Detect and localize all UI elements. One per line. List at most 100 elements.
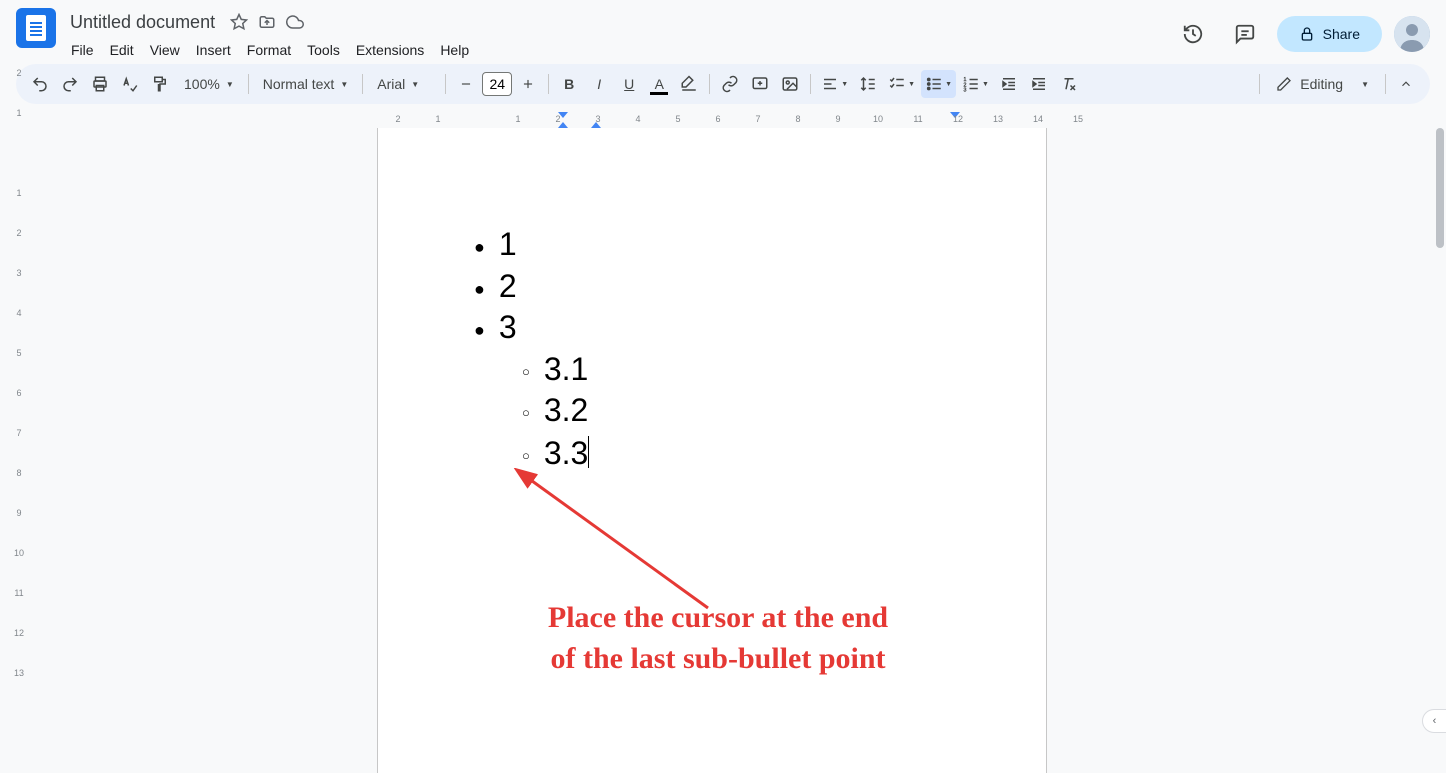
user-avatar[interactable] — [1394, 16, 1430, 52]
caret-down-icon: ▼ — [841, 81, 848, 88]
separator — [548, 74, 549, 94]
menu-format[interactable]: Format — [240, 38, 298, 62]
cloud-status-icon[interactable] — [285, 12, 305, 32]
document-scroll-area[interactable]: ●1●2●3○3.1○3.2○3.3 Place the cursor at t… — [38, 128, 1446, 773]
ruler-tick: 9 — [835, 114, 840, 124]
underline-button[interactable]: U — [615, 70, 643, 98]
insert-comment-button[interactable] — [746, 70, 774, 98]
ruler-tick: 1 — [435, 114, 440, 124]
editing-mode-button[interactable]: Editing ▼ — [1266, 76, 1379, 92]
separator — [709, 74, 710, 94]
main-area: 2112345678910111213 ●1●2●3○3.1○3.2○3.3 P… — [0, 128, 1446, 773]
ruler-row: 21123456789101112131415 — [0, 112, 1446, 128]
document-title[interactable]: Untitled document — [64, 10, 221, 35]
undo-button[interactable] — [26, 70, 54, 98]
paragraph-style-dropdown[interactable]: Normal text▼ — [255, 76, 357, 92]
increase-indent-button[interactable] — [1025, 70, 1053, 98]
list-item-text[interactable]: 3.1 — [544, 349, 588, 391]
vertical-scrollbar[interactable] — [1436, 128, 1444, 248]
list-item[interactable]: ●1 — [474, 224, 950, 266]
spellcheck-button[interactable] — [116, 70, 144, 98]
ruler-tick: 9 — [16, 508, 21, 518]
ruler-tick: 4 — [635, 114, 640, 124]
share-button[interactable]: Share — [1277, 16, 1382, 52]
print-button[interactable] — [86, 70, 114, 98]
highlight-button[interactable] — [675, 70, 703, 98]
menu-file[interactable]: File — [64, 38, 101, 62]
move-icon[interactable] — [257, 12, 277, 32]
document-page[interactable]: ●1●2●3○3.1○3.2○3.3 Place the cursor at t… — [378, 128, 1046, 773]
list-item-text[interactable]: 2 — [499, 266, 517, 308]
font-size-input[interactable] — [482, 72, 512, 96]
decrease-font-size-button[interactable] — [452, 70, 480, 98]
list-item[interactable]: ○3.1 — [522, 349, 950, 391]
collapse-toolbar-button[interactable] — [1392, 70, 1420, 98]
menu-extensions[interactable]: Extensions — [349, 38, 431, 62]
vertical-ruler[interactable]: 2112345678910111213 — [0, 128, 38, 773]
ruler-tick: 11 — [913, 114, 922, 124]
text-cursor — [588, 436, 589, 468]
share-label: Share — [1323, 26, 1360, 42]
italic-button[interactable]: I — [585, 70, 613, 98]
ruler-tick: 1 — [16, 108, 21, 118]
ruler-tick: 10 — [14, 548, 24, 558]
header: Untitled document File Edit View Insert … — [0, 0, 1446, 64]
clear-formatting-button[interactable] — [1055, 70, 1083, 98]
ruler-tick: 1 — [16, 188, 21, 198]
list-item[interactable]: ●2 — [474, 266, 950, 308]
menu-bar: File Edit View Insert Format Tools Exten… — [64, 36, 1173, 64]
ruler-tick: 11 — [14, 588, 23, 598]
list-item-text[interactable]: 3.3 — [544, 433, 588, 475]
line-spacing-button[interactable] — [854, 70, 882, 98]
pencil-icon — [1276, 76, 1292, 92]
docs-logo-icon[interactable] — [16, 8, 56, 48]
list-item[interactable]: ●3 — [474, 307, 950, 349]
redo-button[interactable] — [56, 70, 84, 98]
document-content[interactable]: ●1●2●3○3.1 ○ 3.2 ○ 3.3 — [474, 224, 950, 475]
increase-font-size-button[interactable] — [514, 70, 542, 98]
bullet-circle-icon: ○ — [522, 405, 530, 422]
toolbar: 100%▼ Normal text▼ Arial▼ B I U A ▼ ▼ ▼ … — [16, 64, 1430, 104]
star-icon[interactable] — [229, 12, 249, 32]
paint-format-button[interactable] — [146, 70, 174, 98]
align-button[interactable]: ▼ — [817, 70, 852, 98]
decrease-indent-button[interactable] — [995, 70, 1023, 98]
bullet-circle-icon: ○ — [522, 448, 530, 465]
insert-image-button[interactable] — [776, 70, 804, 98]
checklist-button[interactable]: ▼ — [884, 70, 919, 98]
menu-insert[interactable]: Insert — [189, 38, 238, 62]
lock-icon — [1299, 26, 1315, 42]
svg-text:3: 3 — [964, 88, 967, 94]
list-item[interactable]: ○ 3.2 — [522, 390, 950, 432]
ruler-tick: 1 — [515, 114, 520, 124]
ruler-tick: 10 — [873, 114, 883, 124]
menu-tools[interactable]: Tools — [300, 38, 347, 62]
ruler-tick: 6 — [16, 388, 21, 398]
explore-tab[interactable]: ‹ — [1422, 709, 1446, 733]
ruler-tick: 2 — [555, 114, 560, 124]
caret-down-icon: ▼ — [908, 81, 915, 88]
list-item-text[interactable]: 1 — [499, 224, 517, 266]
font-dropdown[interactable]: Arial▼ — [369, 76, 439, 92]
history-icon[interactable] — [1173, 14, 1213, 54]
text-color-button[interactable]: A — [645, 70, 673, 98]
caret-down-icon: ▼ — [982, 81, 989, 88]
ruler-tick: 12 — [953, 114, 963, 124]
menu-view[interactable]: View — [143, 38, 187, 62]
list-item-text[interactable]: 3.2 — [544, 390, 588, 432]
list-item-text[interactable]: 3 — [499, 307, 517, 349]
menu-edit[interactable]: Edit — [103, 38, 141, 62]
ruler-tick: 2 — [395, 114, 400, 124]
bold-button[interactable]: B — [555, 70, 583, 98]
caret-down-icon: ▼ — [945, 81, 952, 88]
ruler-tick: 13 — [993, 114, 1003, 124]
toolbar-container: 100%▼ Normal text▼ Arial▼ B I U A ▼ ▼ ▼ … — [0, 64, 1446, 112]
bulleted-list-button[interactable]: ▼ — [921, 70, 956, 98]
insert-link-button[interactable] — [716, 70, 744, 98]
horizontal-ruler[interactable]: 21123456789101112131415 — [38, 112, 1446, 128]
comments-icon[interactable] — [1225, 14, 1265, 54]
zoom-dropdown[interactable]: 100%▼ — [176, 76, 242, 92]
menu-help[interactable]: Help — [433, 38, 476, 62]
list-item[interactable]: ○ 3.3 — [522, 432, 950, 475]
numbered-list-button[interactable]: 123▼ — [958, 70, 993, 98]
